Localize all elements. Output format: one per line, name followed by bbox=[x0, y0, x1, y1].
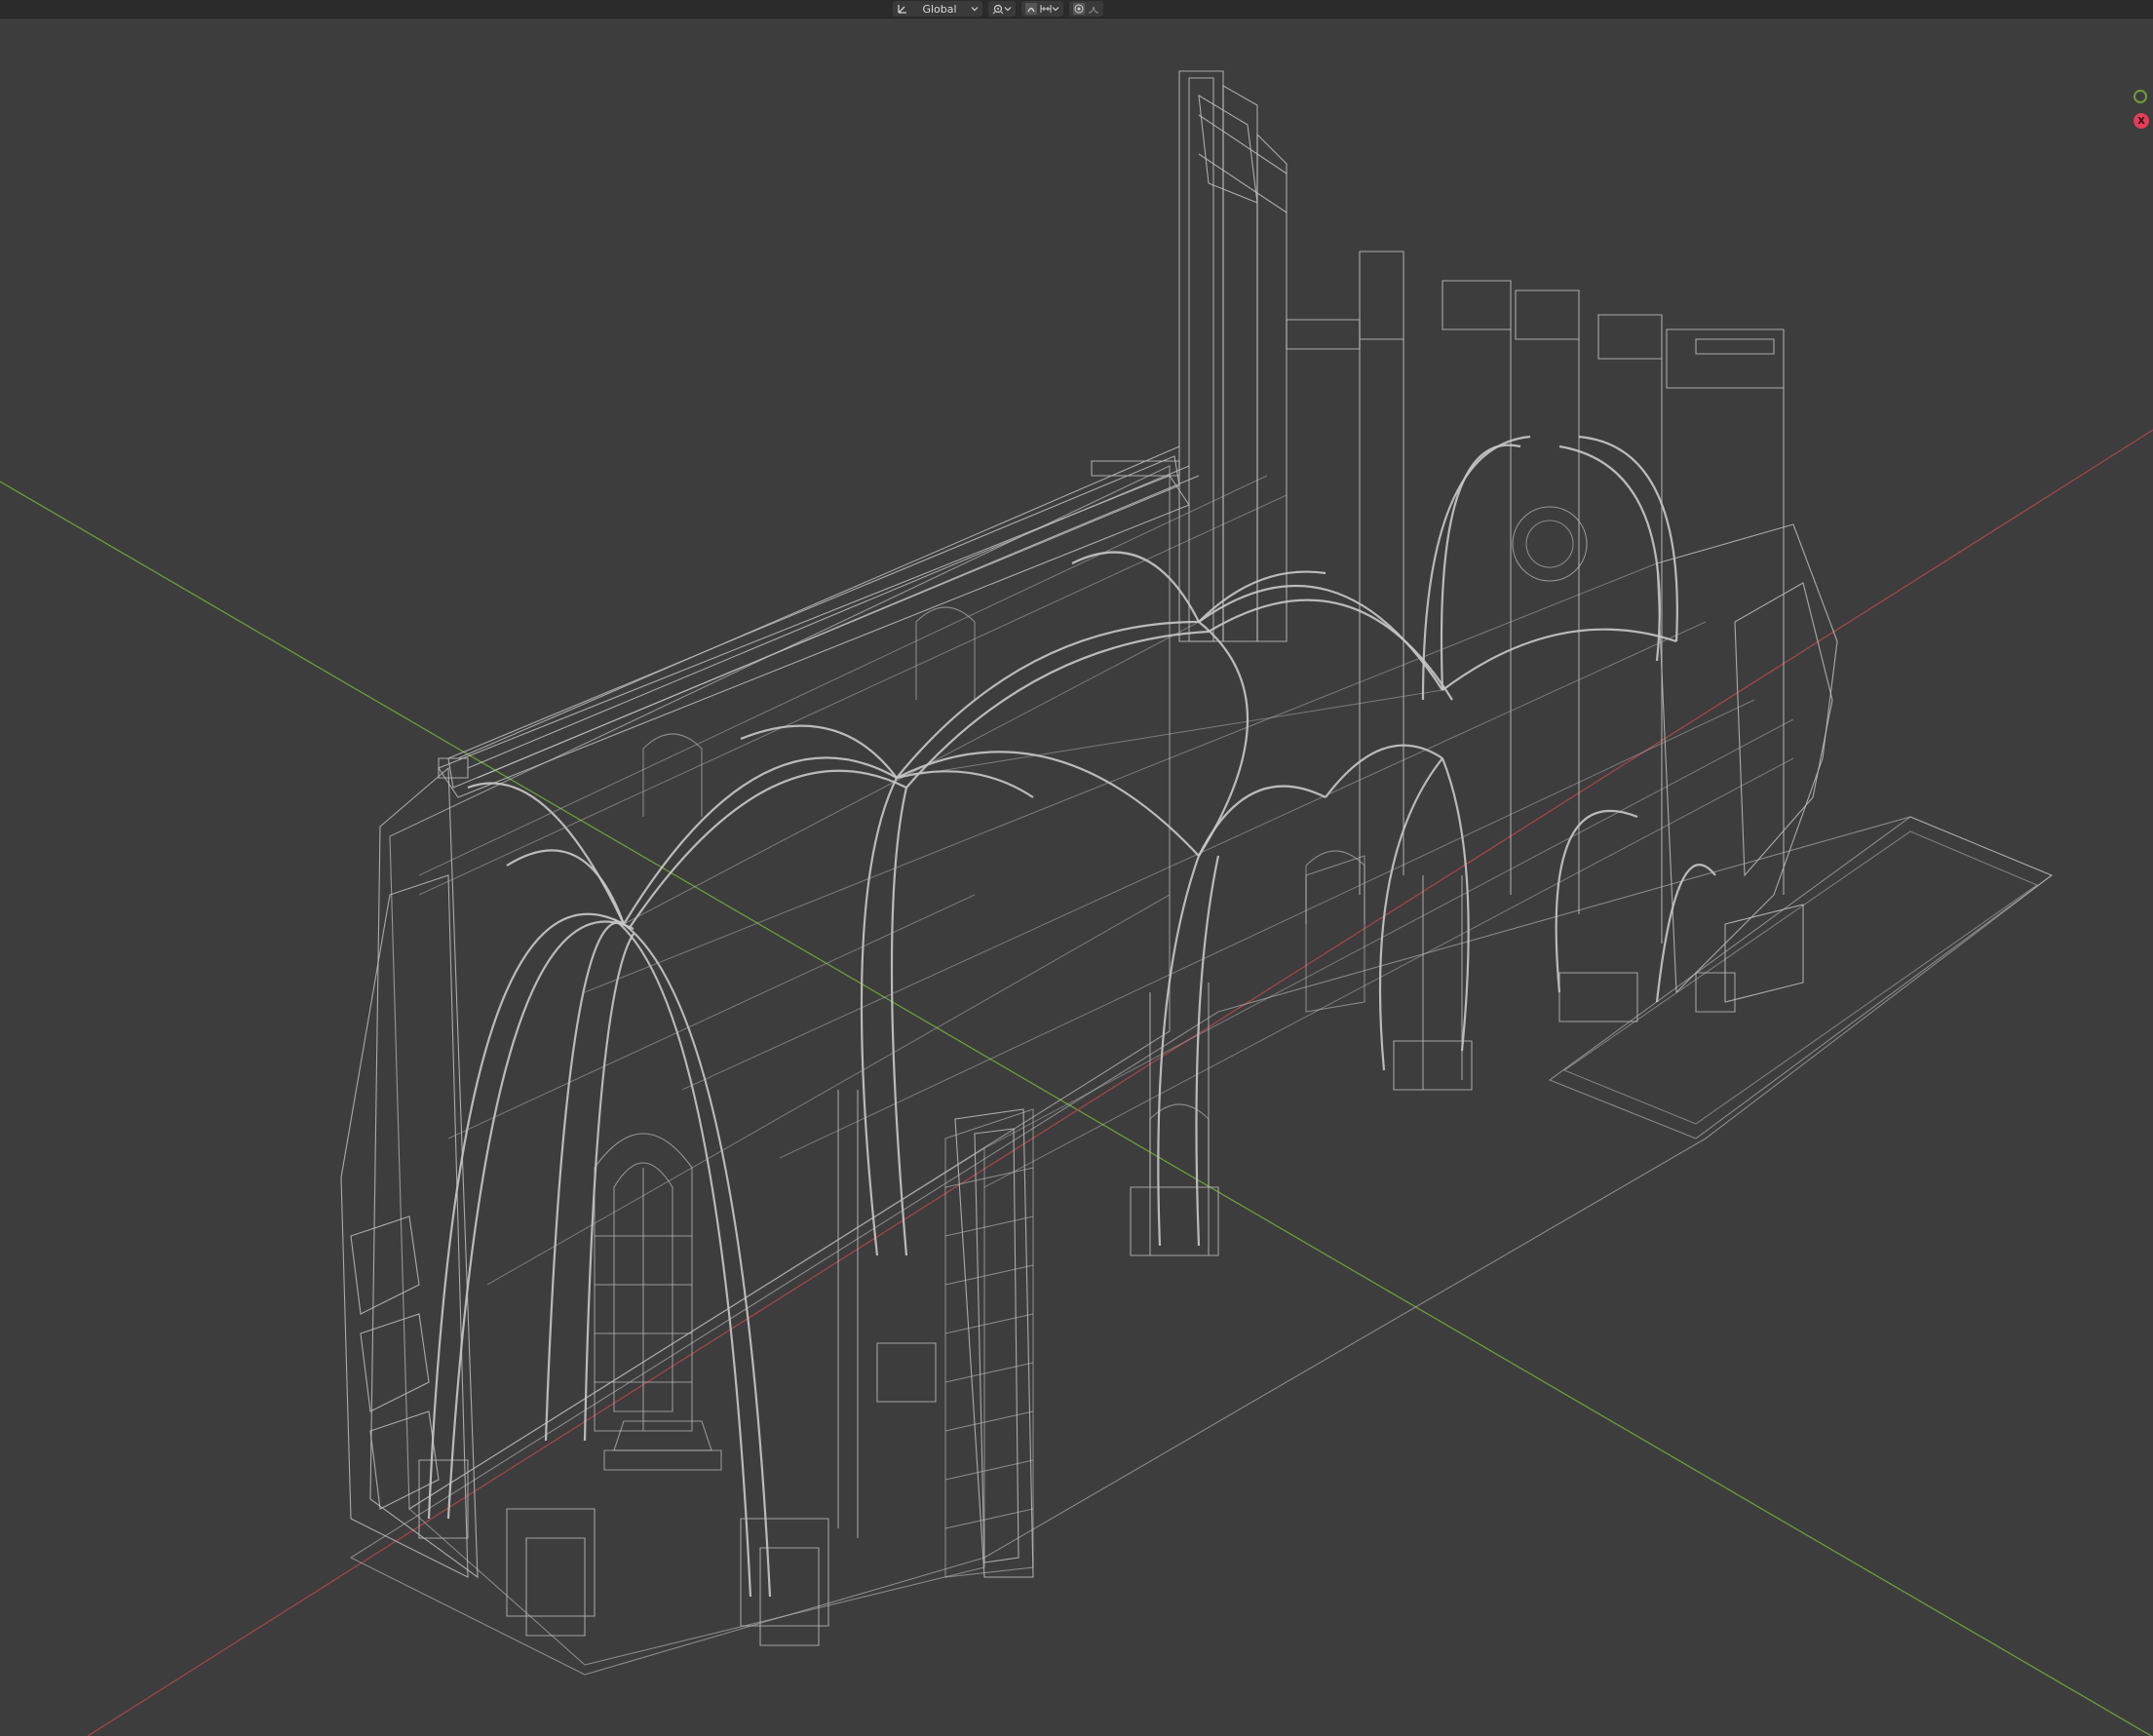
wireframe-model[interactable] bbox=[340, 70, 2054, 1676]
pivot-point-icon bbox=[992, 3, 1004, 15]
gizmo-x-axis-icon[interactable]: X bbox=[2134, 113, 2149, 129]
viewport-scene[interactable] bbox=[0, 18, 2153, 1736]
falloff-curve-icon[interactable] bbox=[1088, 3, 1099, 15]
transform-orientation-icon bbox=[897, 3, 908, 15]
navigation-gizmo[interactable]: X bbox=[2130, 88, 2151, 136]
header-tools: Global bbox=[893, 0, 1103, 18]
pivot-point-dropdown[interactable] bbox=[988, 1, 1016, 17]
ground-slab bbox=[349, 816, 2054, 1676]
y-axis-line bbox=[0, 481, 2153, 1736]
viewport-header: Global bbox=[0, 0, 2153, 19]
tower bbox=[1178, 70, 1224, 642]
transform-orientation-label: Global bbox=[922, 2, 957, 16]
snap-target-icon[interactable] bbox=[1040, 3, 1052, 15]
3d-viewport[interactable]: X bbox=[0, 18, 2153, 1736]
rose-window bbox=[1512, 506, 1588, 582]
apse bbox=[369, 766, 479, 1579]
chevron-down-icon bbox=[971, 5, 979, 13]
proportional-editing-group bbox=[1069, 1, 1103, 17]
transform-orientation-dropdown[interactable]: Global bbox=[893, 1, 982, 17]
snap-group bbox=[1021, 1, 1063, 17]
proportional-editing-icon[interactable] bbox=[1073, 3, 1085, 15]
snap-icon[interactable] bbox=[1025, 3, 1037, 15]
gizmo-y-axis-icon[interactable] bbox=[2134, 90, 2147, 103]
nave-wall-left bbox=[389, 465, 1171, 1510]
chevron-down-icon[interactable] bbox=[1052, 5, 1059, 13]
chevron-down-icon bbox=[1004, 5, 1012, 13]
